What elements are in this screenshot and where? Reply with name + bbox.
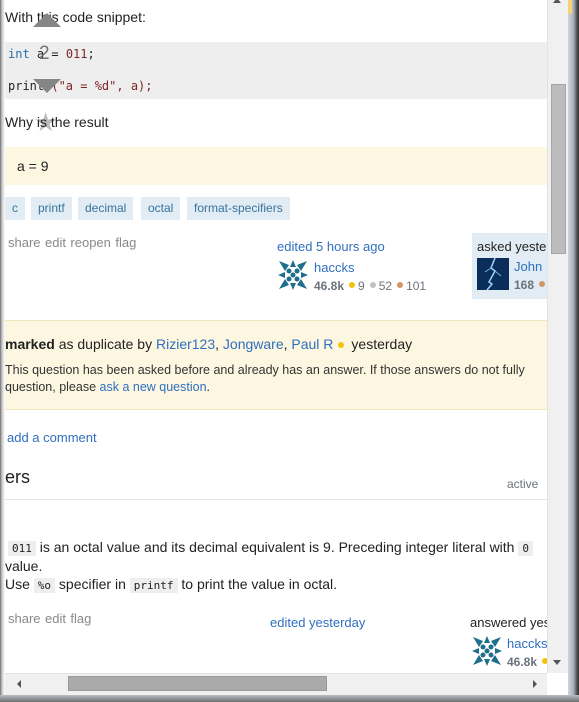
tag-format-specifiers[interactable]: format-specifiers	[187, 197, 290, 220]
period: .	[206, 380, 211, 394]
gold-badge-count: 9	[358, 279, 365, 293]
editor-reputation: 46.8k 9 52 101	[314, 277, 426, 295]
edited-time-link[interactable]: edited 5 hours ago	[277, 239, 385, 254]
editor-avatar[interactable]	[277, 259, 309, 291]
scroll-right-arrow-icon[interactable]	[533, 680, 537, 688]
window-bottom-edge	[0, 695, 579, 702]
share-link[interactable]: share	[8, 235, 41, 250]
scroll-up-arrow-icon[interactable]	[553, 0, 561, 3]
answer-line-3: Use %o specifier in printf to print the …	[5, 576, 338, 593]
asked-time: asked yesterday	[477, 239, 547, 254]
silver-badge-icon	[369, 282, 376, 289]
horizontal-scrollbar[interactable]	[5, 673, 547, 696]
duplicate-message-text: question, please	[5, 380, 100, 394]
tag-decimal[interactable]: decimal	[78, 197, 134, 220]
edit-link[interactable]: edit	[45, 611, 66, 626]
owner-name-link[interactable]: John	[514, 259, 542, 274]
duplicate-user-link[interactable]: Jongware	[223, 336, 284, 352]
add-comment-link[interactable]: add a comment	[7, 430, 97, 445]
inline-code: 011	[8, 541, 36, 556]
question-intro: With this code snippet:	[5, 9, 146, 25]
inline-code: %o	[33, 578, 56, 593]
duplicate-user-link[interactable]: Paul R	[291, 336, 333, 352]
horizontal-scroll-thumb[interactable]	[68, 676, 327, 691]
result-block: a = 9	[5, 147, 547, 185]
reopen-link[interactable]: reopen	[70, 235, 110, 250]
owner-reputation: 168	[514, 276, 547, 294]
answers-count-heading: ers	[5, 467, 31, 487]
answer-edited-link[interactable]: edited yesterday	[270, 615, 365, 630]
reputation-score: 168	[514, 278, 535, 292]
owner-card: asked yesterday John 168	[472, 233, 547, 299]
tag-octal[interactable]: octal	[141, 197, 181, 220]
tag-printf[interactable]: printf	[31, 197, 72, 220]
result-text: a = 9	[17, 158, 49, 174]
duplicate-notice: marked as duplicate by Rizier123, Jongwa…	[5, 320, 547, 410]
code-number: 011	[65, 47, 88, 61]
vertical-scroll-thumb[interactable]	[551, 84, 566, 254]
marked-label: marked	[5, 336, 55, 352]
editor-name-link[interactable]: haccks	[314, 260, 354, 275]
post-menu: share edit reopen flag	[8, 234, 136, 252]
answer-line-2: value.	[5, 558, 43, 574]
sort-tab-active[interactable]: active	[507, 477, 538, 491]
window-right-edge	[568, 0, 579, 702]
answer-text: is an octal value and its decimal equiva…	[35, 539, 519, 555]
answers-divider	[5, 499, 547, 500]
inline-code: 0	[518, 541, 533, 556]
window-edge-highlight	[568, 0, 572, 14]
reputation-score: 46.8k	[314, 279, 345, 293]
page-viewport: With this code snippet: int a = 011; pri…	[5, 0, 547, 673]
code-block: int a = 011; printf("a = %d", a);	[5, 42, 547, 99]
answer-author-reputation: 46.8k	[507, 653, 547, 671]
silver-badge-count: 52	[378, 279, 393, 293]
bronze-badge-count: 101	[406, 279, 427, 293]
code-line-1: int a = 011;	[8, 47, 95, 61]
duplicate-time: yesterday	[351, 336, 413, 352]
duplicate-message: This question has been asked before and …	[5, 363, 525, 377]
duplicate-header: marked as duplicate by Rizier123, Jongwa…	[5, 336, 412, 352]
bronze-badge-icon	[539, 281, 546, 288]
ask-new-question-link[interactable]: ask a new question	[100, 380, 207, 394]
vote-count: 2	[39, 43, 50, 64]
answer-text: specifier in	[55, 576, 130, 592]
gold-badge-icon	[338, 341, 345, 348]
code-text: ;	[87, 47, 95, 61]
flag-link[interactable]: flag	[70, 611, 91, 626]
answer-post-menu: share edit flag	[8, 610, 91, 628]
answered-time: answered yesterday	[470, 615, 547, 630]
duplicate-text: as duplicate by	[54, 336, 156, 352]
downvote-arrow-icon[interactable]	[33, 79, 61, 93]
scroll-left-arrow-icon[interactable]	[17, 680, 21, 688]
vertical-scrollbar[interactable]	[547, 0, 569, 673]
flag-link[interactable]: flag	[115, 235, 136, 250]
answer-text: Use	[5, 576, 34, 592]
tag-c[interactable]: c	[5, 197, 25, 220]
separator: ,	[215, 336, 223, 352]
reputation-score: 46.8k	[507, 655, 538, 669]
gold-badge-icon	[349, 282, 356, 289]
duplicate-message-line2: question, please ask a new question.	[5, 380, 210, 394]
duplicate-user-link[interactable]: Rizier123	[156, 336, 215, 352]
answer-author-link[interactable]: haccks	[507, 636, 547, 651]
scroll-down-arrow-icon[interactable]	[553, 660, 561, 665]
edit-link[interactable]: edit	[45, 235, 66, 250]
bronze-badge-icon	[397, 282, 404, 289]
upvote-arrow-icon[interactable]	[33, 13, 61, 27]
code-keyword: int	[8, 47, 30, 61]
answer-author-avatar[interactable]	[471, 635, 503, 667]
inline-code: printf	[129, 578, 178, 593]
answer-text: to print the value in octal.	[177, 576, 338, 592]
answer-line-1: 011 is an octal value and its decimal eq…	[8, 539, 533, 556]
owner-avatar[interactable]	[477, 258, 509, 290]
question-why: Why is the result	[5, 114, 109, 130]
code-line-2: printf("a = %d", a);	[8, 79, 153, 93]
code-string: ("a = %d", a);	[51, 79, 153, 93]
share-link[interactable]: share	[8, 611, 41, 626]
